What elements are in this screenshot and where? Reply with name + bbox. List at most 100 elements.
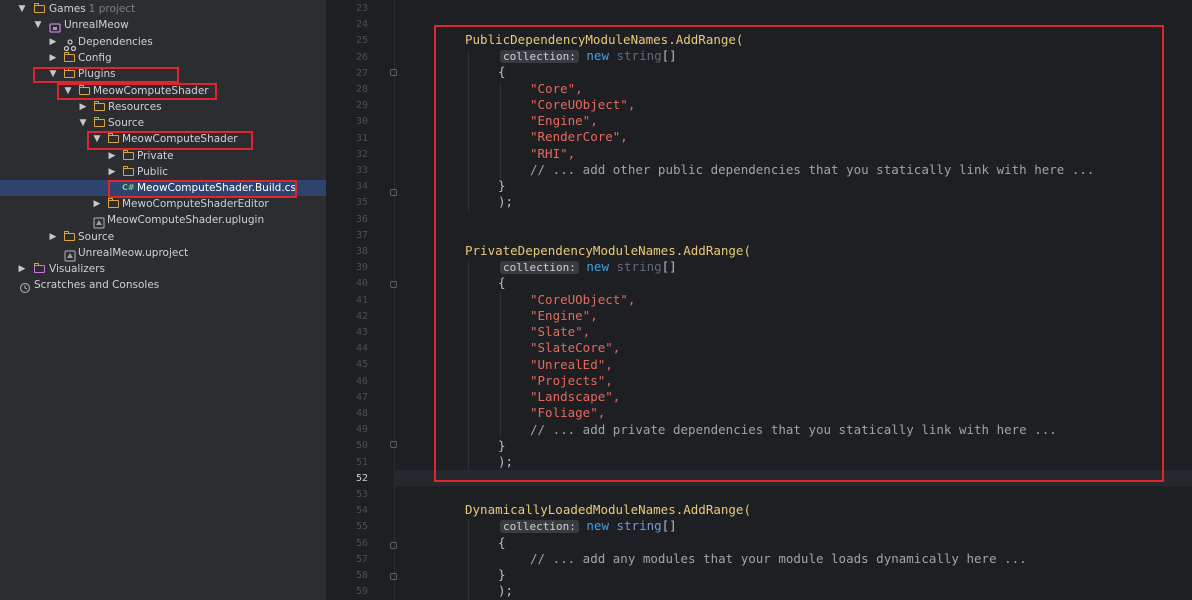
fold-marker-icon[interactable] bbox=[390, 189, 397, 196]
tree-item-uplugin[interactable]: MeowComputeShader.uplugin bbox=[0, 212, 326, 229]
uproject-file-icon bbox=[64, 247, 76, 262]
chevron-right-icon[interactable]: ▶ bbox=[47, 229, 59, 245]
tree-item-project-source[interactable]: ▶ Source bbox=[0, 229, 326, 245]
project-icon bbox=[49, 19, 61, 33]
tree-item-label: Scratches and Consoles bbox=[34, 279, 160, 291]
chevron-down-icon[interactable]: ▼ bbox=[77, 115, 89, 131]
code-token: DynamicallyLoadedModuleNames bbox=[465, 502, 676, 517]
line-number: 27 bbox=[355, 67, 368, 79]
line-number: 45 bbox=[355, 359, 368, 371]
tree-item-label: Public bbox=[137, 166, 169, 178]
highlight-box-plugin bbox=[57, 83, 217, 100]
tree-item-plugin-source[interactable]: ▼ Source bbox=[0, 115, 326, 131]
line-number: 40 bbox=[355, 278, 368, 290]
line-number: 43 bbox=[355, 327, 368, 338]
code-token: .AddRange( bbox=[675, 502, 751, 517]
tree-item-unrealmeow[interactable]: ▼ UnrealMeow bbox=[0, 17, 326, 33]
chevron-down-icon[interactable]: ▼ bbox=[16, 1, 28, 17]
indent-guide bbox=[468, 519, 469, 600]
line-number: 38 bbox=[355, 246, 368, 257]
line-number: 35 bbox=[355, 197, 368, 209]
chevron-right-icon[interactable]: ▶ bbox=[47, 50, 59, 66]
tree-item-label: Visualizers bbox=[49, 263, 106, 275]
chevron-right-icon[interactable]: ▶ bbox=[106, 164, 118, 180]
tree-item-public[interactable]: ▶ Public bbox=[0, 164, 326, 180]
fold-marker-icon[interactable] bbox=[390, 441, 397, 448]
tree-item-editor-module[interactable]: ▶ MewoComputeShaderEditor bbox=[0, 196, 326, 212]
code-line: ); bbox=[498, 583, 513, 599]
tree-item-label: Private bbox=[137, 150, 174, 162]
tree-item-label: Source bbox=[108, 117, 145, 129]
plugin-file-icon bbox=[93, 214, 105, 229]
chevron-right-icon[interactable]: ▶ bbox=[47, 34, 59, 50]
line-number: 39 bbox=[355, 262, 368, 274]
param-hint: collection: bbox=[500, 520, 579, 533]
project-count: · 1 project bbox=[82, 3, 136, 15]
folder-icon bbox=[123, 166, 135, 178]
line-number: 24 bbox=[355, 19, 368, 31]
line-number: 55 bbox=[355, 521, 368, 533]
fold-marker-icon[interactable] bbox=[390, 573, 397, 580]
line-number: 34 bbox=[355, 181, 368, 193]
line-number: 44 bbox=[355, 343, 368, 355]
tree-item-label: MewoComputeShaderEditor bbox=[122, 198, 269, 210]
code-line: DynamicallyLoadedModuleNames.AddRange( bbox=[465, 502, 751, 518]
line-number: 37 bbox=[355, 229, 368, 241]
line-number: 26 bbox=[355, 51, 368, 63]
chevron-right-icon[interactable]: ▶ bbox=[77, 99, 89, 115]
code-token: string bbox=[616, 518, 662, 533]
line-number: 23 bbox=[355, 3, 368, 14]
tree-item-private[interactable]: ▶ Private bbox=[0, 148, 326, 164]
tree-item-scratches[interactable]: Scratches and Consoles bbox=[0, 277, 326, 294]
tree-item-config[interactable]: ▶ Config bbox=[0, 50, 326, 66]
highlight-box-dependencies bbox=[434, 25, 1164, 482]
solution-icon bbox=[34, 3, 46, 15]
line-number: 49 bbox=[355, 424, 368, 436]
line-number: 51 bbox=[355, 456, 368, 468]
tree-item-dependencies[interactable]: ▶ Dependencies bbox=[0, 34, 326, 52]
tree-item-games[interactable]: ▼ Games · 1 project bbox=[0, 1, 326, 17]
dependencies-icon bbox=[63, 36, 77, 52]
code-line: collection: new string[] bbox=[500, 518, 677, 534]
line-number: 56 bbox=[355, 537, 368, 549]
line-number: 42 bbox=[355, 310, 368, 322]
code-token: } bbox=[498, 567, 506, 582]
line-number: 52 bbox=[355, 472, 368, 484]
tree-item-label: Dependencies bbox=[78, 36, 153, 48]
chevron-right-icon[interactable]: ▶ bbox=[91, 196, 103, 212]
tree-item-uproject[interactable]: UnrealMeow.uproject bbox=[0, 245, 326, 262]
line-number: 32 bbox=[355, 148, 368, 160]
highlight-box-build-file bbox=[108, 180, 297, 198]
tree-item-label: Games bbox=[49, 3, 86, 15]
gutter-divider bbox=[394, 0, 395, 600]
tree-item-visualizers[interactable]: ▶ Visualizers bbox=[0, 261, 326, 277]
chevron-down-icon[interactable]: ▼ bbox=[32, 17, 44, 33]
line-number: 33 bbox=[355, 165, 368, 176]
line-number: 36 bbox=[355, 213, 368, 225]
line-number: 54 bbox=[355, 505, 368, 517]
chevron-right-icon[interactable]: ▶ bbox=[106, 148, 118, 164]
folder-icon bbox=[94, 117, 106, 129]
line-number: 29 bbox=[355, 100, 368, 112]
tree-item-resources[interactable]: ▶ Resources bbox=[0, 99, 326, 115]
folder-icon bbox=[64, 52, 76, 64]
chevron-right-icon[interactable]: ▶ bbox=[16, 261, 28, 277]
line-number: 46 bbox=[355, 375, 368, 387]
fold-marker-icon[interactable] bbox=[390, 281, 397, 288]
line-number: 31 bbox=[355, 132, 368, 144]
line-number: 30 bbox=[355, 116, 368, 128]
line-number: 41 bbox=[355, 294, 368, 306]
code-token: [] bbox=[661, 518, 677, 533]
code-token: ); bbox=[498, 583, 514, 598]
code-token: { bbox=[498, 535, 506, 550]
folder-icon bbox=[34, 263, 46, 275]
fold-marker-icon[interactable] bbox=[390, 69, 397, 76]
line-number: 25 bbox=[355, 35, 368, 47]
line-number: 59 bbox=[355, 586, 368, 598]
tree-item-label: Config bbox=[78, 52, 112, 64]
fold-marker-icon[interactable] bbox=[390, 542, 397, 549]
tree-item-label: Resources bbox=[108, 101, 162, 113]
folder-icon bbox=[94, 101, 106, 113]
tree-item-label: UnrealMeow bbox=[64, 19, 129, 31]
editor-gutter: 23 24 25 26 27 28 29 30 31 32 33 34 35 36 37 38 39 40 41 42… bbox=[326, 0, 390, 600]
